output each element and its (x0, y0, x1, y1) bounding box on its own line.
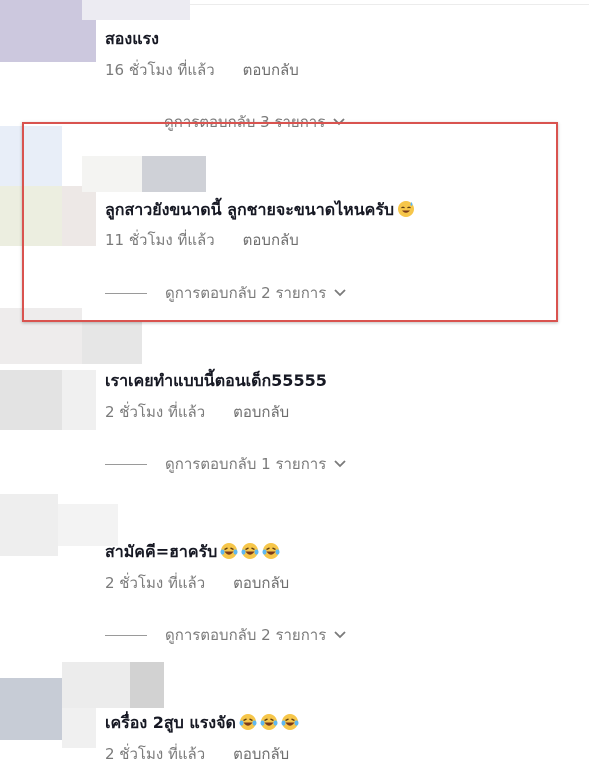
timestamp: 2 ชั่วโมง ที่แล้ว (105, 403, 206, 421)
view-replies-label: ดูการตอบกลับ 2 รายการ (165, 626, 327, 644)
avatar-blur (62, 370, 96, 430)
view-replies-label: ดูการตอบกลับ 1 รายการ (165, 455, 327, 473)
avatar-blur (82, 0, 190, 20)
comment-meta: 2 ชั่วโมง ที่แล้ว ตอบกลับ (105, 744, 289, 764)
reply-button[interactable]: ตอบกลับ (233, 573, 289, 593)
comment-meta: 11 ชั่วโมง ที่แล้ว ตอบกลับ (105, 230, 299, 250)
comment-text: เครื่อง 2สูบ แรงจัด (105, 713, 299, 733)
timestamp: 11 ชั่วโมง ที่แล้ว (105, 231, 215, 249)
chevron-down-icon (334, 289, 346, 297)
avatar-blur (130, 662, 164, 708)
chevron-down-icon (334, 460, 346, 468)
reply-button[interactable]: ตอบกลับ (233, 744, 289, 764)
reply-button[interactable]: ตอบกลับ (243, 60, 299, 80)
avatar-blur (82, 322, 142, 364)
reply-button[interactable]: ตอบกลับ (243, 230, 299, 250)
view-replies-button[interactable]: ดูการตอบกลับ 2 รายการ (105, 625, 346, 645)
view-replies-button[interactable]: ดูการตอบกลับ 2 รายการ (105, 283, 346, 303)
divider-dash (105, 292, 147, 294)
laughing-crying-face-icon (220, 543, 238, 559)
comment-meta: 16 ชั่วโมง ที่แล้ว ตอบกลับ (105, 60, 299, 80)
chevron-down-icon (334, 631, 346, 639)
comment-text: ลูกสาวยังขนาดนี้ ลูกชายจะขนาดไหนครับ (105, 200, 415, 220)
avatar-blur (0, 678, 62, 740)
avatar-blur (58, 504, 118, 546)
view-replies-button[interactable]: ดูการตอบกลับ 1 รายการ (105, 454, 346, 474)
timestamp: 16 ชั่วโมง ที่แล้ว (105, 61, 215, 79)
avatar-blur (62, 708, 96, 748)
divider-dash (105, 463, 147, 465)
avatar-blur (0, 494, 58, 556)
comment-meta: 2 ชั่วโมง ที่แล้ว ตอบกลับ (105, 402, 289, 422)
comment-text: สามัคคี=ฮาครับ (105, 542, 280, 562)
divider (190, 4, 589, 5)
laughing-crying-face-icon (241, 543, 259, 559)
laughing-crying-face-icon (281, 714, 299, 730)
laughing-crying-face-icon (260, 714, 278, 730)
view-replies-label: ดูการตอบกลับ 2 รายการ (165, 284, 327, 302)
comment-meta: 2 ชั่วโมง ที่แล้ว ตอบกลับ (105, 573, 289, 593)
reply-button[interactable]: ตอบกลับ (233, 402, 289, 422)
timestamp: 2 ชั่วโมง ที่แล้ว (105, 574, 206, 592)
comment-text: สองแรง (105, 29, 159, 48)
timestamp: 2 ชั่วโมง ที่แล้ว (105, 745, 206, 763)
avatar-blur (0, 370, 62, 430)
avatar-blur (62, 662, 130, 708)
smiling-face-with-sweat-icon (398, 201, 415, 217)
laughing-crying-face-icon (239, 714, 257, 730)
laughing-crying-face-icon (262, 543, 280, 559)
divider-dash (105, 634, 147, 636)
comment-text: เราเคยทำแบบนี้ตอนเด็ก55555 (105, 371, 327, 390)
